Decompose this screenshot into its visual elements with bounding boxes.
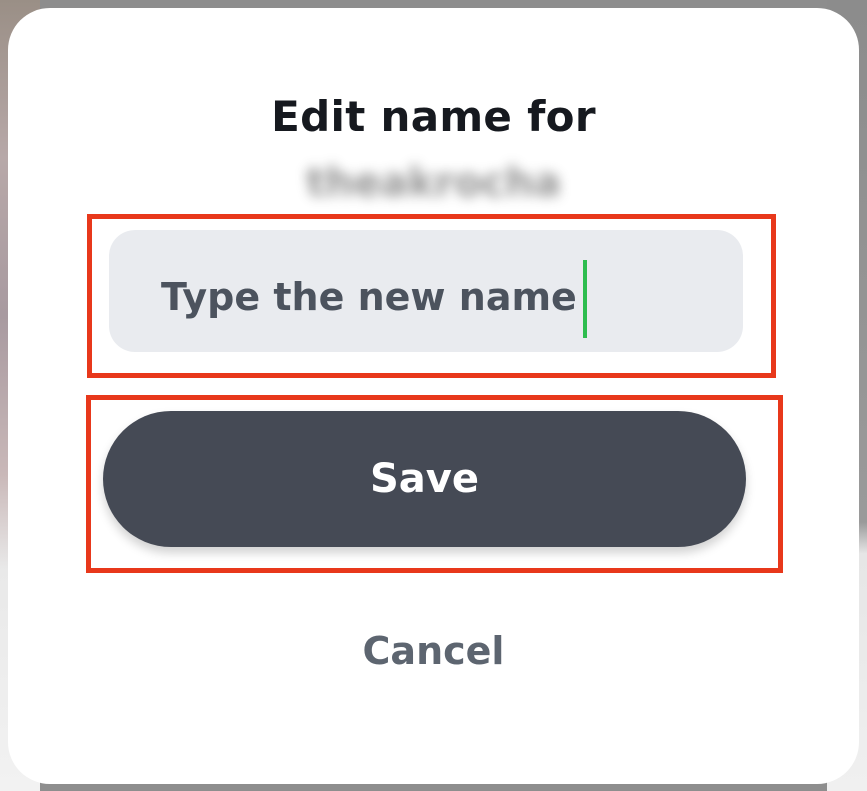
cancel-button[interactable]: Cancel: [0, 628, 867, 674]
save-highlight-box: [86, 395, 783, 573]
dialog-title: Edit name for: [271, 92, 596, 141]
blurred-username: theakrocha: [306, 160, 561, 206]
input-highlight-box: [87, 214, 776, 378]
